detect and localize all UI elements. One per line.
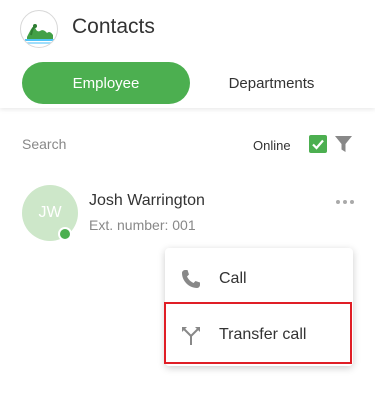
tab-employee[interactable]: Employee bbox=[22, 62, 190, 104]
online-filter-label: Online bbox=[253, 138, 291, 153]
transfer-icon bbox=[182, 327, 200, 345]
search-input[interactable]: Search bbox=[22, 136, 66, 152]
tab-departments-label: Departments bbox=[228, 74, 315, 92]
check-icon bbox=[312, 139, 324, 150]
contact-extension: Ext. number: 001 bbox=[89, 217, 196, 233]
filter-icon[interactable] bbox=[334, 135, 353, 154]
online-status-dot bbox=[58, 227, 72, 241]
tab-employee-label: Employee bbox=[72, 74, 140, 92]
more-options-icon[interactable] bbox=[335, 198, 355, 206]
menu-item-transfer-label: Transfer call bbox=[219, 326, 307, 343]
phone-icon bbox=[182, 270, 200, 288]
online-checkbox[interactable] bbox=[309, 135, 327, 153]
menu-item-transfer-call[interactable]: Transfer call bbox=[165, 307, 353, 363]
menu-item-call[interactable]: Call bbox=[165, 251, 353, 307]
page-title: Contacts bbox=[72, 15, 155, 38]
app-header: Contacts Employee Departments bbox=[0, 0, 375, 108]
tab-departments[interactable]: Departments bbox=[190, 62, 353, 104]
contact-name[interactable]: Josh Warrington bbox=[89, 192, 205, 210]
menu-item-call-label: Call bbox=[219, 270, 247, 287]
app-logo bbox=[20, 10, 58, 48]
avatar-initials: JW bbox=[38, 204, 62, 221]
context-menu: Call Transfer call bbox=[165, 248, 353, 366]
